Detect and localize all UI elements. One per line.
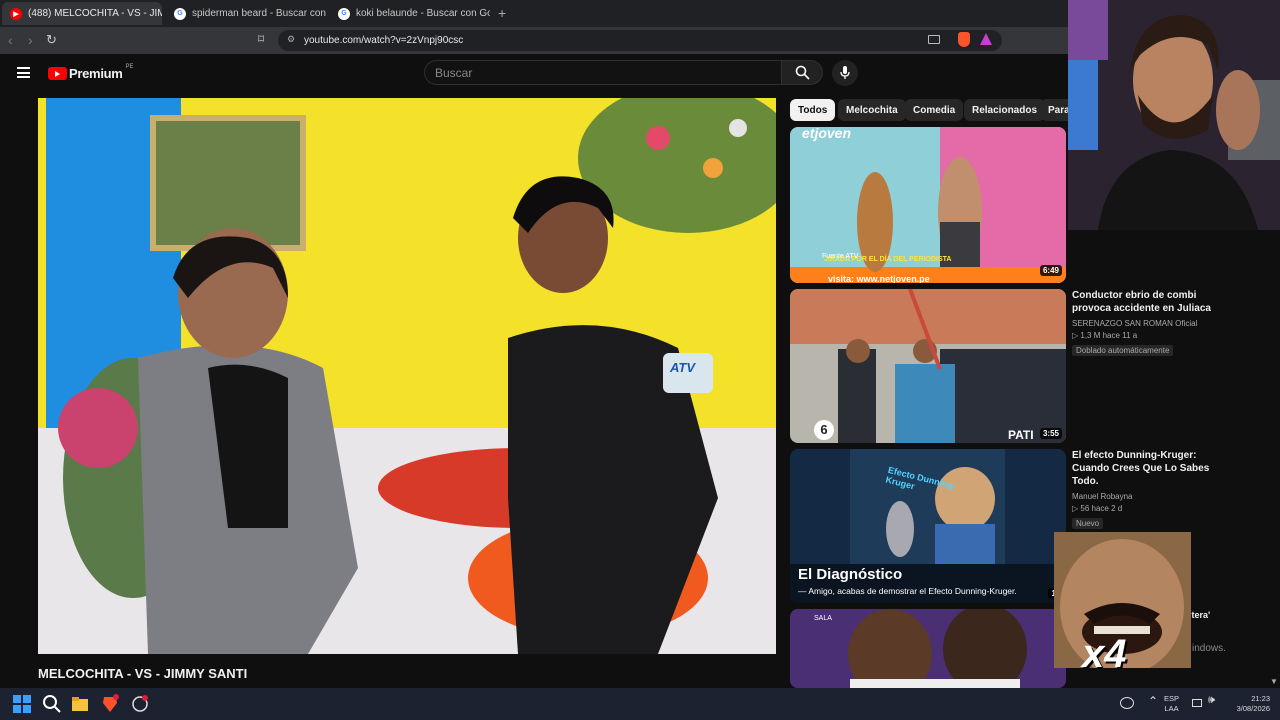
new-badge: Nuevo (1072, 518, 1104, 529)
language-code: ESP (1164, 694, 1180, 703)
logo-text: Premium (69, 66, 123, 81)
tab-label: koki belaunde - Buscar con Google (356, 8, 490, 19)
browser-address-bar: ‹ › ↻ ⌑ ⚙ youtube.com/watch?v=2zVnpj90cs… (0, 27, 1068, 54)
video-frame (38, 98, 776, 654)
file-explorer-icon[interactable] (70, 694, 90, 714)
clock-time: 21:23 (1251, 694, 1270, 703)
thumbnail-title-text: El Diagnóstico (798, 566, 903, 583)
dubbed-badge: Doblado automáticamente (1072, 345, 1174, 356)
meme-overlay: x4 (1054, 532, 1191, 668)
clock[interactable]: 21:23 3/08/2026 (1228, 694, 1270, 714)
tab-label: (488) MELCOCHITA - VS - JIMMY (28, 8, 162, 19)
chip-para[interactable]: Para (1041, 99, 1068, 121)
voice-search-button[interactable] (832, 60, 858, 86)
youtube-play-icon (48, 67, 67, 80)
video-player[interactable]: ATV (38, 98, 776, 654)
thumbnail-brand-text: etjoven (802, 127, 852, 141)
chip-relacionados[interactable]: Relacionados (964, 99, 1046, 121)
search-button[interactable] (781, 60, 823, 85)
atv-logo: ATV (670, 360, 696, 375)
chip-melcochita[interactable]: Melcochita (838, 99, 906, 121)
microphone-icon (840, 66, 850, 79)
clock-date: 3/08/2026 (1236, 704, 1270, 713)
tab-koki-belaunde[interactable]: G koki belaunde - Buscar con Google (330, 2, 490, 25)
youtube-header: Premium PE Buscar (0, 54, 1068, 94)
recommendation-stats: ▷ 1,3 M hace 11 a (1072, 331, 1138, 340)
search-icon (795, 65, 810, 80)
thumbnail-subtitle-text: — Amigo, acabas de demostrar el Efecto D… (798, 586, 1017, 596)
recommendation-stats: ▷ 56 hace 2 d (1072, 504, 1123, 513)
search-placeholder: Buscar (435, 65, 473, 80)
monitor-icon[interactable] (1192, 699, 1202, 707)
region-code: PE (125, 63, 134, 70)
search-input[interactable]: Buscar (424, 60, 782, 85)
recommendation-thumbnail[interactable]: Efecto Dunning-Kruger El Diagnóstico — A… (790, 449, 1066, 603)
browser-tab-bar: ▶ (488) MELCOCHITA - VS - JIMMY ✕ G spid… (0, 0, 1068, 27)
url-field[interactable]: ⚙ youtube.com/watch?v=2zVnpj90csc (278, 30, 1002, 51)
bookmark-icon[interactable]: ⌑ (258, 32, 264, 46)
meme-multiplier-text: x4 (1082, 632, 1127, 668)
chip-todos[interactable]: Todos (790, 99, 836, 121)
recommendation-thumbnail[interactable]: SALA (790, 609, 1066, 688)
google-favicon-icon: G (338, 7, 350, 20)
video-duration: 6:49 (1039, 265, 1062, 276)
brave-browser-icon[interactable] (100, 694, 120, 714)
back-icon[interactable]: ‹ (8, 32, 13, 48)
recommendation-info[interactable]: El efecto Dunning-Kruger: Cuando Crees Q… (1072, 449, 1232, 531)
video-title: MELCOCHITA - VS - JIMMY SANTI (38, 666, 248, 681)
chip-comedia[interactable]: Comedia (905, 99, 964, 121)
channel-logo: 6 (814, 420, 834, 440)
brave-rewards-icon[interactable] (980, 33, 992, 45)
brave-shield-icon[interactable] (958, 32, 970, 47)
tab-label: spiderman beard - Buscar con Googl (192, 8, 326, 19)
volume-icon[interactable]: 🕪 (1208, 694, 1215, 707)
forward-icon[interactable]: › (28, 32, 33, 48)
recommendation-title[interactable]: El efecto Dunning-Kruger: Cuando Crees Q… (1072, 449, 1232, 488)
reload-icon[interactable]: ↻ (46, 32, 57, 48)
thumbnail-image (790, 289, 1066, 443)
windows-taskbar: ⌃ ESP LAA 🕪 21:23 3/08/2026 (0, 688, 1280, 720)
new-tab-icon[interactable]: + (498, 5, 506, 21)
streamer-camera (1068, 0, 1280, 230)
recommendation-thumbnail[interactable]: etjoven JIRADA POR EL DÍA DEL PERIODISTA… (790, 127, 1066, 283)
url-text: youtube.com/watch?v=2zVnpj90csc (304, 35, 464, 46)
scroll-down-icon[interactable]: ▼ (1270, 677, 1278, 686)
tray-chevron-icon[interactable]: ⌃ (1148, 694, 1158, 708)
recommendation-channel[interactable]: SERENAZGO SAN ROMAN Oficial (1072, 319, 1232, 328)
network-icon[interactable] (1120, 697, 1134, 709)
app-icon[interactable] (130, 694, 150, 714)
cast-icon[interactable] (928, 35, 940, 44)
language-indicator[interactable]: ESP LAA (1164, 694, 1179, 714)
google-favicon-icon: G (174, 7, 186, 20)
thumbnail-banner-text: visita: www.netjoven.pe (828, 274, 930, 283)
recommendation-title[interactable]: Conductor ebrio de combi provoca acciden… (1072, 289, 1232, 315)
youtube-logo[interactable]: Premium PE (48, 63, 134, 81)
recommendation-info[interactable]: Conductor ebrio de combi provoca acciden… (1072, 289, 1232, 358)
youtube-favicon-icon: ▶ (10, 7, 22, 20)
site-info-icon[interactable]: ⚙ (287, 34, 295, 45)
activate-windows-text: indows. (1192, 643, 1226, 654)
sala-badge: SALA (814, 615, 832, 622)
windows-start-icon[interactable] (12, 694, 32, 714)
webcam-overlay (1068, 0, 1280, 230)
language-layout: LAA (1164, 704, 1179, 713)
recommendation-thumbnail[interactable]: 6 PATI 3:55 (790, 289, 1066, 443)
vehicle-text: PATI (1008, 428, 1034, 442)
menu-icon[interactable] (17, 67, 30, 78)
tab-youtube[interactable]: ▶ (488) MELCOCHITA - VS - JIMMY ✕ (2, 2, 162, 25)
tab-spiderman-beard[interactable]: G spiderman beard - Buscar con Googl (166, 2, 326, 25)
video-duration: 3:55 (1039, 428, 1062, 439)
recommendation-channel[interactable]: Manuel Robayna (1072, 492, 1232, 501)
search-icon[interactable] (42, 694, 62, 714)
thumbnail-source-text: Fuente ATV (822, 253, 859, 260)
